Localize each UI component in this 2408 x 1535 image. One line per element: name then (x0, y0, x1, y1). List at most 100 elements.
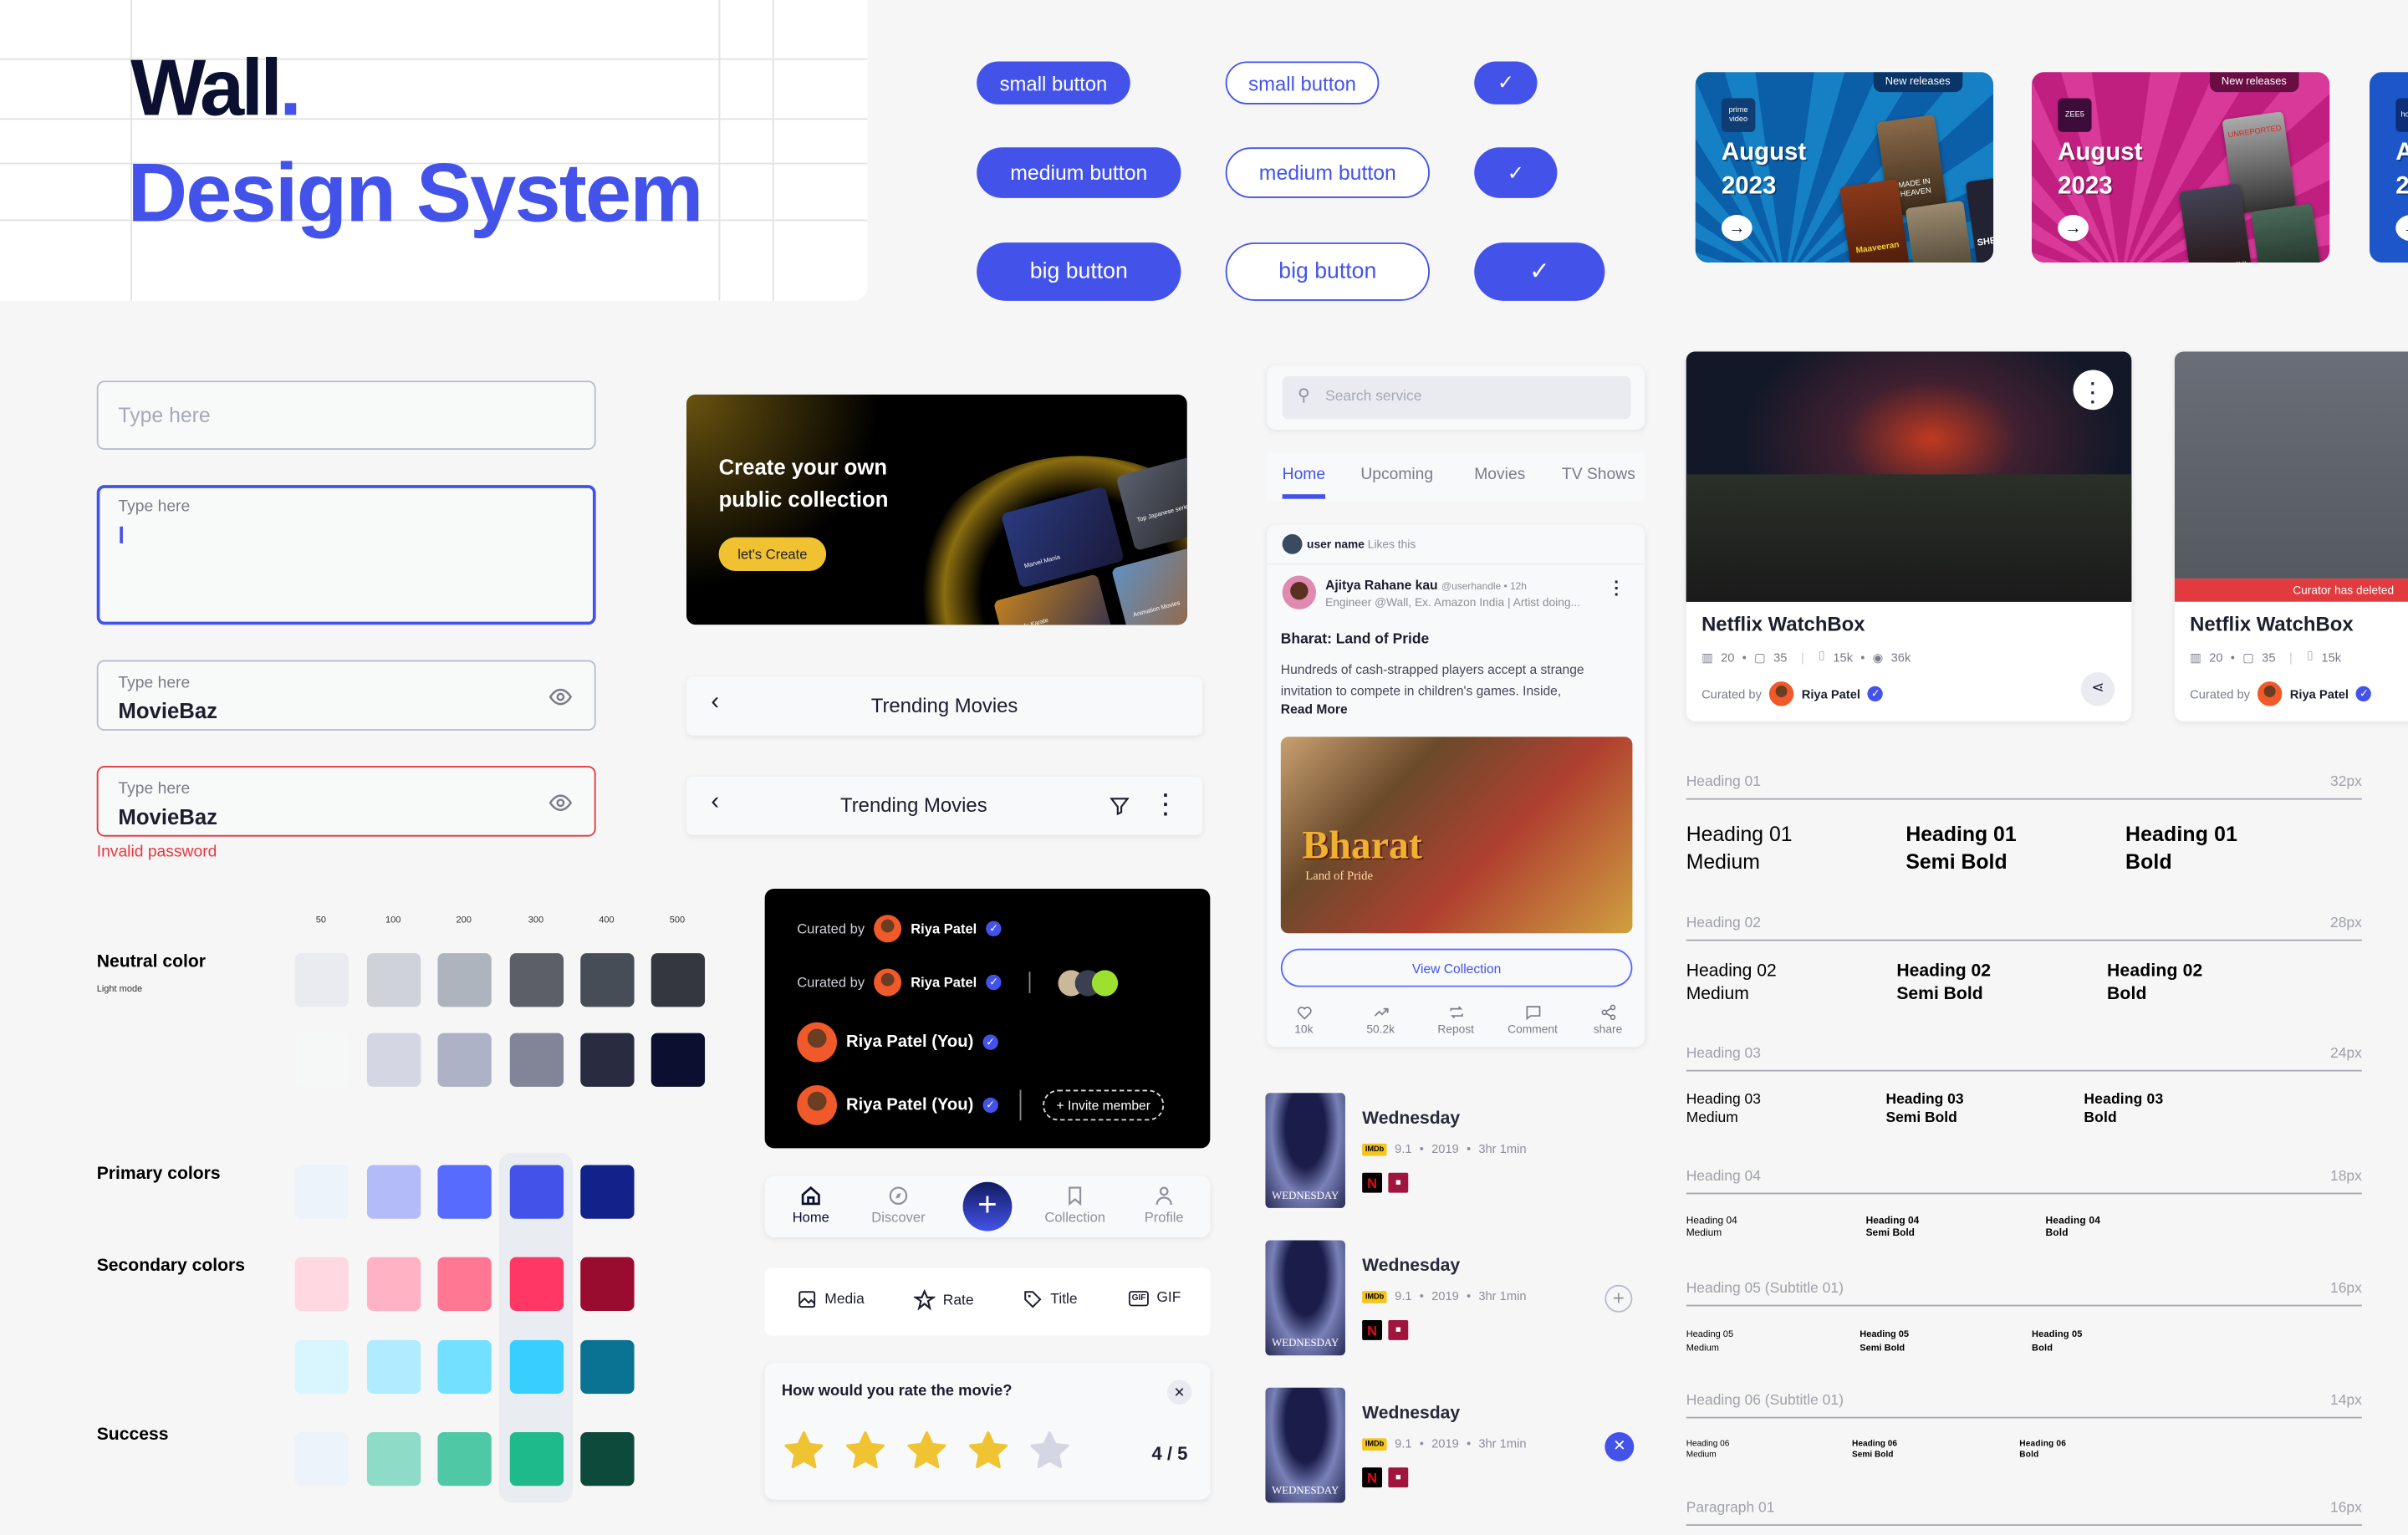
star-icon[interactable] (782, 1429, 826, 1471)
big-outline-button[interactable]: big button (1225, 242, 1430, 301)
comment-action[interactable]: Comment (1502, 1004, 1563, 1036)
color-swatch[interactable] (509, 1431, 564, 1487)
invite-member-button[interactable]: + Invite member (1043, 1089, 1165, 1121)
author-name[interactable]: Ajitya Rahane kau @userhandle • 12h (1325, 577, 1527, 592)
filter-icon[interactable] (1109, 795, 1130, 817)
medium-outline-button[interactable]: medium button (1225, 147, 1430, 198)
author-avatar[interactable] (1282, 575, 1317, 609)
big-check-button[interactable]: ✓ (1474, 242, 1605, 301)
color-swatch[interactable] (580, 1339, 635, 1395)
movie-title[interactable]: Wednesday (1362, 1257, 1460, 1276)
color-swatch[interactable] (509, 1033, 564, 1087)
color-swatch[interactable] (509, 953, 564, 1007)
color-swatch[interactable] (366, 1257, 421, 1311)
medium-check-button[interactable]: ✓ (1474, 147, 1558, 198)
movie-title[interactable]: Wednesday (1362, 1109, 1460, 1128)
movie-poster[interactable]: WEDNESDAY (1265, 1093, 1345, 1208)
share-action[interactable]: share (1577, 1004, 1638, 1036)
color-swatch[interactable] (294, 1165, 349, 1219)
star-icon[interactable] (843, 1429, 887, 1471)
eye-icon[interactable] (548, 685, 573, 709)
more-vertical-icon[interactable]: · · · (2073, 370, 2114, 411)
star-icon[interactable] (1028, 1429, 1072, 1471)
title-button[interactable]: Title (1023, 1289, 1078, 1309)
color-swatch[interactable] (580, 1431, 635, 1487)
lets-create-button[interactable]: let's Create (718, 537, 827, 571)
color-swatch[interactable] (366, 1339, 421, 1395)
add-button[interactable]: + (962, 1181, 1013, 1232)
eye-icon[interactable] (548, 791, 573, 815)
color-swatch[interactable] (509, 1257, 564, 1311)
tab-home[interactable]: Home (1283, 465, 1325, 483)
tab-movies[interactable]: Movies (1474, 465, 1525, 483)
password-input-error[interactable]: Type here MovieBaz (96, 766, 596, 837)
promo-card-prime[interactable]: New releases prime video August 2023 → MA… (1695, 72, 1994, 263)
trending-action[interactable]: 50.2k (1349, 1004, 1411, 1036)
color-swatch[interactable] (437, 1165, 492, 1219)
color-swatch[interactable] (509, 1339, 564, 1395)
star-rating[interactable] (782, 1429, 1072, 1471)
close-icon[interactable]: ✕ (1604, 1431, 1635, 1461)
color-swatch[interactable] (294, 1033, 349, 1087)
text-input-default[interactable]: Type here (96, 380, 596, 450)
promo-card-hotstar[interactable]: hotstar A2 → (2370, 72, 2408, 263)
color-swatch[interactable] (366, 1033, 421, 1087)
tab-upcoming[interactable]: Upcoming (1360, 465, 1433, 483)
color-swatch[interactable] (294, 1339, 349, 1395)
star-icon[interactable] (905, 1429, 949, 1471)
color-swatch[interactable] (437, 1033, 492, 1087)
read-more-link[interactable]: Read More (1281, 701, 1348, 717)
rate-button[interactable]: Rate (913, 1289, 974, 1311)
repost-action[interactable]: Repost (1425, 1004, 1486, 1036)
more-vertical-icon[interactable]: · · · (1614, 575, 1620, 604)
view-collection-button[interactable]: View Collection (1280, 948, 1633, 987)
media-button[interactable]: Media (797, 1289, 865, 1309)
search-input[interactable]: ⚲ Search service (1282, 375, 1631, 420)
arrow-right-icon[interactable]: → (2058, 215, 2089, 242)
nav-profile[interactable]: Profile (1125, 1185, 1202, 1225)
movie-title[interactable]: Wednesday (1362, 1405, 1460, 1423)
add-icon[interactable]: + (1604, 1284, 1633, 1313)
nav-home[interactable]: Home (773, 1185, 849, 1225)
close-icon[interactable]: ✕ (1166, 1379, 1192, 1405)
color-swatch[interactable] (580, 1257, 635, 1311)
star-icon[interactable] (966, 1429, 1010, 1471)
watchbox-card-deleted[interactable]: Curator has deleted Netflix WatchBox ▥ 20… (2174, 351, 2408, 722)
more-vertical-icon[interactable]: · · · (1162, 784, 1170, 824)
color-swatch[interactable] (650, 1033, 706, 1087)
watchbox-card[interactable]: · · · Netflix WatchBox ▥ 20 • ▢ 35 | ⌷ 15k • ◉ 36k C… (1686, 351, 2132, 722)
color-swatch[interactable] (437, 953, 492, 1007)
medium-filled-button[interactable]: medium button (977, 147, 1181, 198)
nav-discover[interactable]: Discover (860, 1185, 937, 1225)
arrow-right-icon[interactable]: → (2395, 215, 2408, 242)
color-swatch[interactable] (437, 1339, 492, 1395)
color-swatch[interactable] (509, 1165, 564, 1219)
tab-tv-shows[interactable]: TV Shows (1562, 465, 1635, 483)
small-outline-button[interactable]: small button (1225, 61, 1380, 105)
movie-poster[interactable]: WEDNESDAY (1265, 1240, 1345, 1356)
color-swatch[interactable] (294, 1257, 349, 1311)
arrow-right-icon[interactable]: → (1721, 215, 1752, 242)
text-area-focused[interactable]: Type here (96, 485, 596, 625)
nav-collection[interactable]: Collection (1037, 1185, 1114, 1225)
color-swatch[interactable] (580, 953, 635, 1007)
color-swatch[interactable] (366, 1431, 421, 1487)
gif-button[interactable]: GIF GIF (1128, 1289, 1181, 1306)
color-swatch[interactable] (366, 953, 421, 1007)
color-swatch[interactable] (437, 1257, 492, 1311)
color-swatch[interactable] (580, 1165, 635, 1219)
color-swatch[interactable] (294, 953, 349, 1007)
color-swatch[interactable] (580, 1033, 635, 1087)
promo-card-zee5[interactable]: New releases ZEE5 August 2023 → UNREPORTE… (2031, 72, 2330, 263)
color-swatch[interactable] (650, 953, 706, 1007)
password-input-filled[interactable]: Type here MovieBaz (96, 660, 596, 731)
movie-poster[interactable]: WEDNESDAY (1265, 1387, 1345, 1503)
color-swatch[interactable] (294, 1431, 349, 1487)
big-filled-button[interactable]: big button (977, 242, 1181, 301)
small-filled-button[interactable]: small button (977, 61, 1130, 105)
color-swatch[interactable] (366, 1165, 421, 1219)
small-check-button[interactable]: ✓ (1474, 61, 1538, 105)
color-swatch[interactable] (437, 1431, 492, 1487)
like-action[interactable]: 10k (1273, 1004, 1334, 1036)
share-icon[interactable]: ⋖ (2080, 672, 2115, 706)
